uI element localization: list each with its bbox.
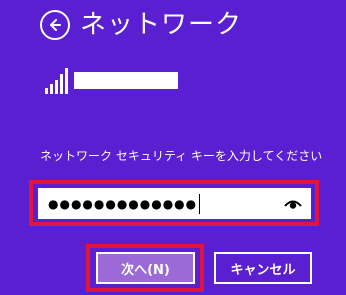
page-title: ネットワーク <box>80 10 243 40</box>
network-row <box>45 68 178 94</box>
wifi-signal-icon <box>45 68 68 94</box>
password-masked-value: ●●●●●●●●●●●●● <box>48 196 198 211</box>
back-arrow-circle-icon[interactable] <box>40 10 70 40</box>
text-caret <box>199 193 201 214</box>
next-button[interactable]: 次へ(N) <box>96 252 195 284</box>
back-arrow-glyph <box>50 19 61 31</box>
eye-icon[interactable] <box>283 196 303 212</box>
cancel-button[interactable]: キャンセル <box>214 252 312 284</box>
header: ネットワーク <box>40 10 242 40</box>
eye-glyph <box>284 200 302 209</box>
network-panel: ネットワーク ネットワーク セキュリティ キーを入力してください ●●●●●●●… <box>0 0 346 295</box>
network-name-redacted <box>74 72 178 89</box>
security-key-prompt: ネットワーク セキュリティ キーを入力してください <box>40 149 323 163</box>
security-key-input[interactable]: ●●●●●●●●●●●●● <box>38 188 311 219</box>
